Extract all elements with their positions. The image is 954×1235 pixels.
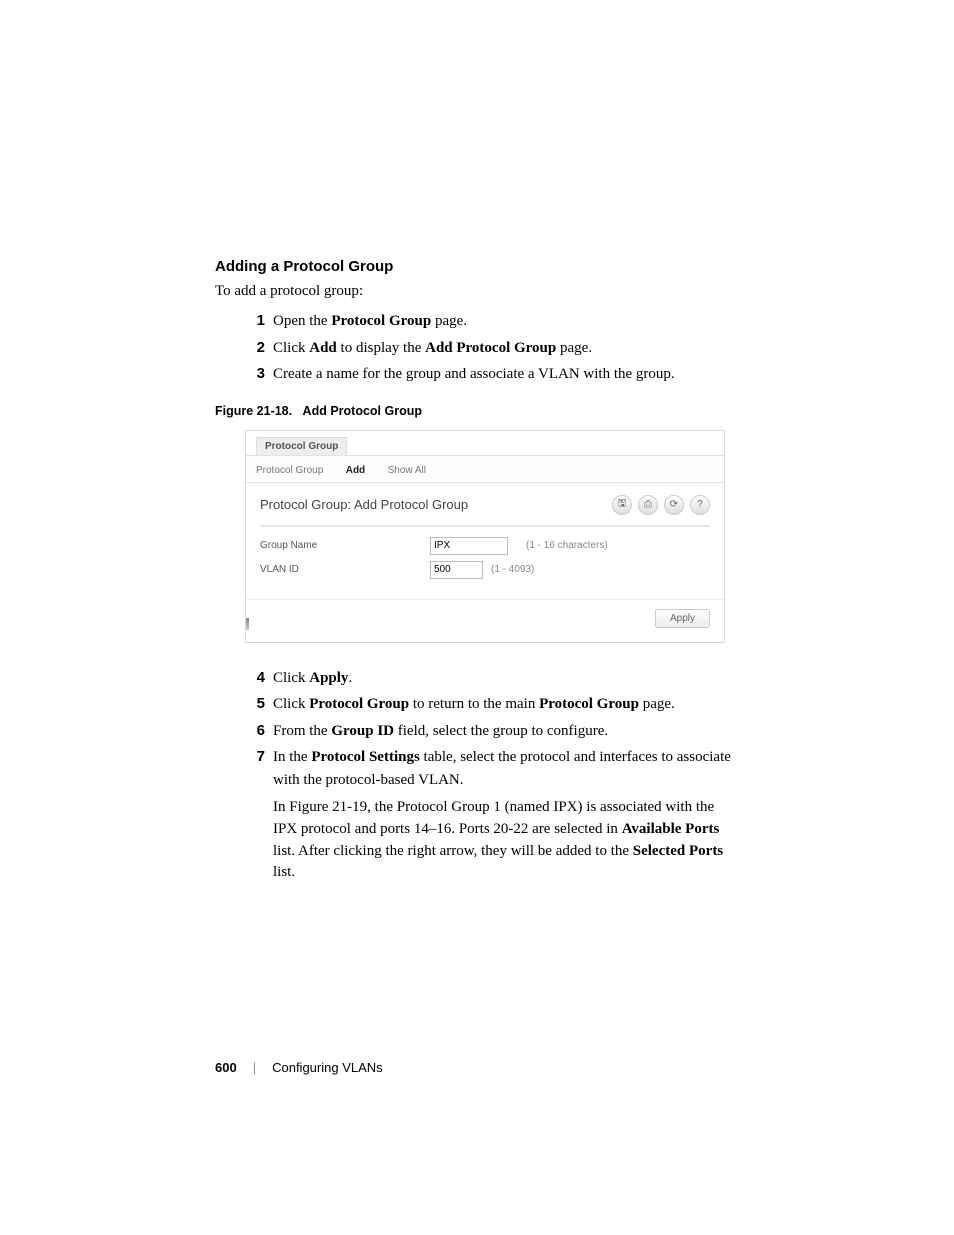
page-footer: 600 | Configuring VLANs xyxy=(215,1060,383,1075)
step-4: 4 Click Apply. xyxy=(245,667,735,690)
footer-divider: | xyxy=(253,1060,256,1075)
step-paragraph: In Figure 21-19, the Protocol Group 1 (n… xyxy=(273,797,735,884)
step-2: 2 Click Add to display the Add Protocol … xyxy=(245,337,735,360)
step-number: 2 xyxy=(245,337,265,360)
group-name-label: Group Name xyxy=(260,540,430,551)
steps-list-bottom: 4 Click Apply. 5 Click Protocol Group to… xyxy=(245,667,735,885)
row-group-name: Group Name (1 - 16 characters) xyxy=(260,537,710,555)
step-text: Click Protocol Group to return to the ma… xyxy=(273,696,675,712)
scrollbar-handle[interactable] xyxy=(246,618,249,630)
step-text: Click Apply. xyxy=(273,670,352,686)
group-name-hint: (1 - 16 characters) xyxy=(526,540,608,551)
step-3: 3 Create a name for the group and associ… xyxy=(245,363,735,386)
tab-show-all[interactable]: Show All xyxy=(388,465,426,476)
step-number: 7 xyxy=(245,746,265,769)
tab-bar: Protocol Group Add Show All xyxy=(246,455,724,483)
vlan-id-input[interactable] xyxy=(430,561,483,579)
screenshot-panel: Protocol Group Protocol Group Add Show A… xyxy=(245,430,725,643)
help-icon[interactable]: ? xyxy=(690,495,710,515)
section-heading: Adding a Protocol Group xyxy=(215,258,735,275)
step-6: 6 From the Group ID field, select the gr… xyxy=(245,720,735,743)
apply-button[interactable]: Apply xyxy=(655,609,710,628)
step-1: 1 Open the Protocol Group page. xyxy=(245,310,735,333)
step-5: 5 Click Protocol Group to return to the … xyxy=(245,693,735,716)
intro-text: To add a protocol group: xyxy=(215,283,735,300)
row-vlan-id: VLAN ID (1 - 4093) xyxy=(260,561,710,579)
step-number: 5 xyxy=(245,693,265,716)
save-icon[interactable]: 🖫 xyxy=(612,495,632,515)
step-number: 6 xyxy=(245,720,265,743)
toolbar-icons: 🖫 ⎙ ⟳ ? xyxy=(612,495,710,515)
steps-list-top: 1 Open the Protocol Group page. 2 Click … xyxy=(245,310,735,386)
step-7: 7 In the Protocol Settings table, select… xyxy=(245,746,735,884)
step-number: 3 xyxy=(245,363,265,386)
print-icon[interactable]: ⎙ xyxy=(638,495,658,515)
figure-caption: Figure 21-18. Add Protocol Group xyxy=(215,404,735,418)
group-name-input[interactable] xyxy=(430,537,508,555)
tab-add[interactable]: Add xyxy=(346,465,365,476)
vlan-id-label: VLAN ID xyxy=(260,564,430,575)
step-number: 1 xyxy=(245,310,265,333)
tab-protocol-group[interactable]: Protocol Group xyxy=(256,465,323,476)
divider xyxy=(260,525,710,527)
refresh-icon[interactable]: ⟳ xyxy=(664,495,684,515)
step-text: In the Protocol Settings table, select t… xyxy=(273,749,731,788)
step-number: 4 xyxy=(245,667,265,690)
form-area: Group Name (1 - 16 characters) VLAN ID (… xyxy=(246,537,724,599)
footer-section: Configuring VLANs xyxy=(272,1060,383,1075)
page-number: 600 xyxy=(215,1060,237,1075)
step-text: From the Group ID field, select the grou… xyxy=(273,723,608,739)
vlan-id-hint: (1 - 4093) xyxy=(491,564,534,575)
window-tab[interactable]: Protocol Group xyxy=(256,437,347,455)
panel-title: Protocol Group: Add Protocol Group xyxy=(260,497,468,512)
